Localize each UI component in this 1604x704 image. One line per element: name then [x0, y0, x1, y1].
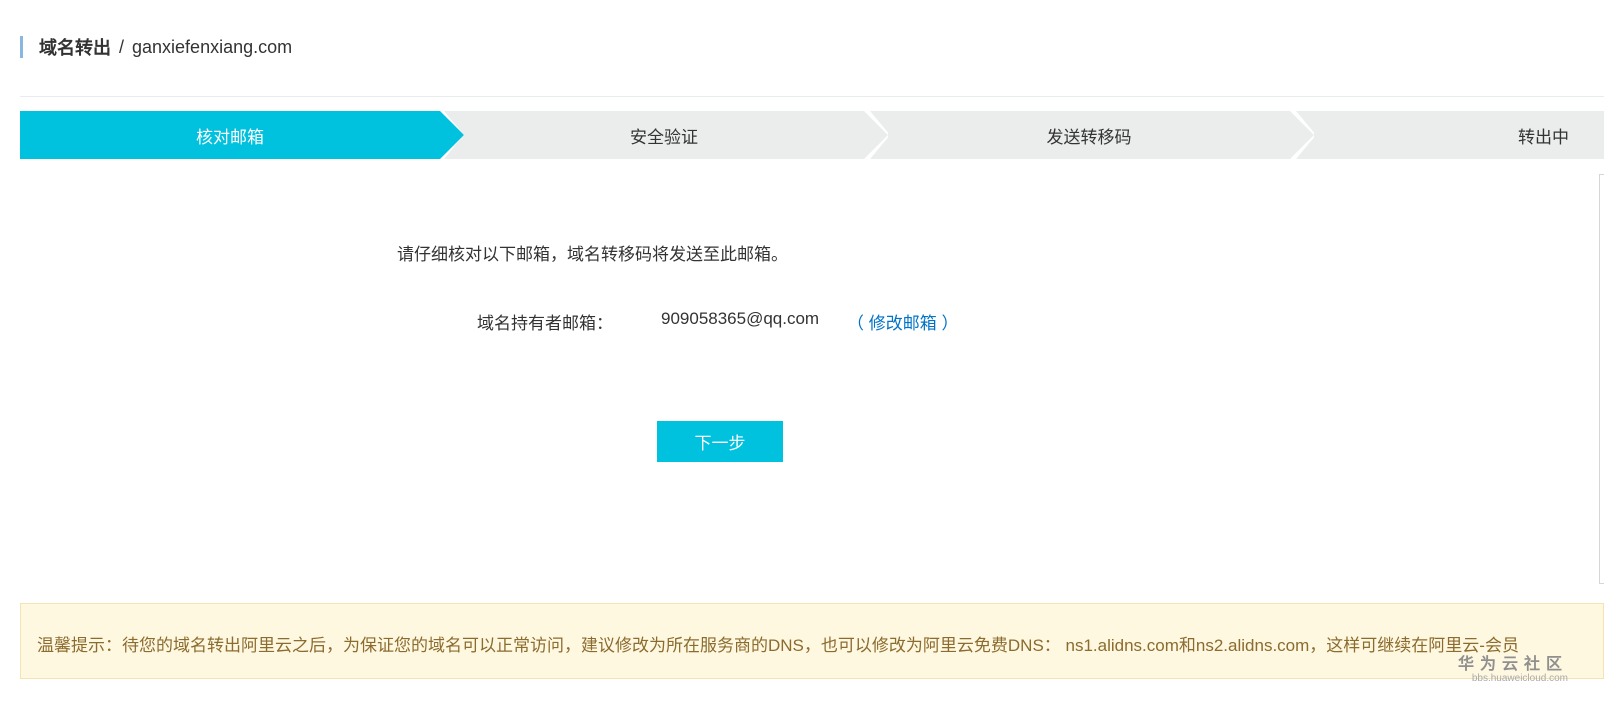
step-label: 转出中 [1518, 127, 1569, 147]
page-title-main: 域名转出 [39, 38, 111, 58]
step-security-check: 安全验证 [464, 111, 864, 159]
step-notch-4 [1296, 111, 1320, 159]
watermark: 华为云社区 bbs.huaweicloud.com [1458, 650, 1568, 684]
step-label: 发送转移码 [1046, 127, 1132, 147]
modify-email-link[interactable]: （ 修改邮箱 ） [847, 309, 958, 334]
email-notice-text: 请仔细核对以下邮箱，域名转移码将发送至此邮箱。 [397, 245, 788, 264]
warm-tip-box: 温馨提示：待您的域名转出阿里云之后，为保证您的域名可以正常访问，建议修改为所在服… [20, 603, 1604, 679]
header-divider [20, 96, 1604, 97]
email-label: 域名持有者邮箱： [477, 314, 613, 333]
next-step-button[interactable]: 下一步 [657, 421, 783, 462]
page-title: 域名转出 / ganxiefenxiang.com [20, 36, 292, 58]
side-panel-edge [1599, 174, 1604, 584]
email-value: 909058365@qq.com [661, 309, 820, 328]
watermark-url: bbs.huaweicloud.com [1471, 673, 1568, 684]
watermark-logo-text: 华为云社区 [1457, 656, 1568, 673]
title-separator: / [119, 36, 125, 57]
step-verify-email: 核对邮箱 [20, 111, 440, 159]
step-label: 核对邮箱 [196, 127, 264, 147]
step-transferring: 转出中 [1314, 111, 1604, 159]
step-progress-bar: 核对邮箱 安全验证 发送转移码 转出中 [20, 111, 1604, 159]
step-send-code: 发送转移码 [888, 111, 1290, 159]
warm-tip-text: 温馨提示：待您的域名转出阿里云之后，为保证您的域名可以正常访问，建议修改为所在服… [37, 636, 1519, 655]
step-label: 安全验证 [630, 127, 698, 147]
step-notch-3 [870, 111, 894, 159]
page-title-domain: ganxiefenxiang.com [132, 36, 293, 57]
step-notch-2 [444, 111, 468, 159]
